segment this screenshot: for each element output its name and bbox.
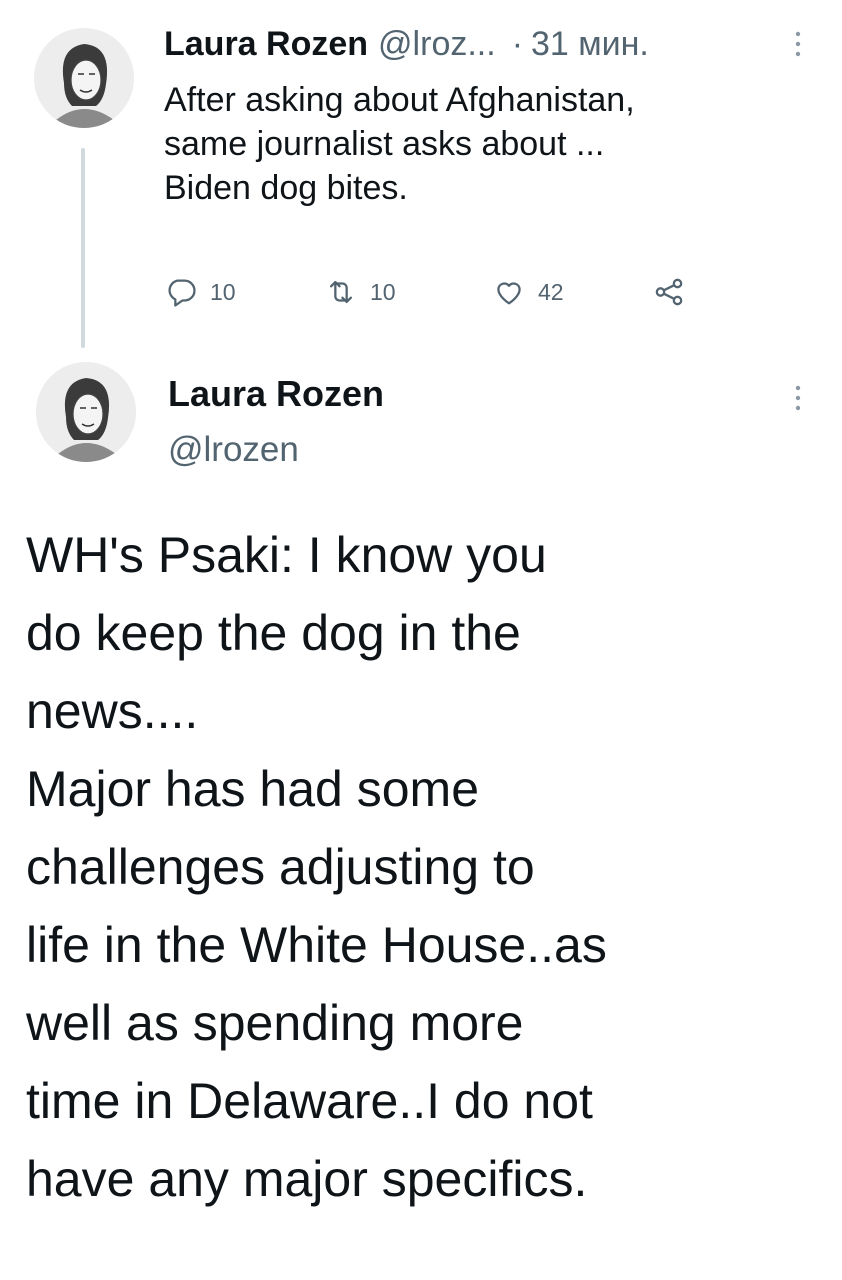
share-button[interactable] [652,275,686,309]
retweet-count: 10 [370,278,396,305]
like-button[interactable]: 42 [492,275,652,309]
author-handle[interactable]: @lrozen [168,428,299,472]
retweet-button[interactable]: 10 [324,275,492,309]
author-name[interactable]: Laura Rozen [168,372,384,416]
separator-dot: · [511,25,524,63]
like-count: 42 [538,278,564,305]
reply-icon [164,275,198,309]
thread-line [81,148,85,348]
retweet-icon [324,275,358,309]
share-icon [652,275,686,309]
avatar[interactable] [36,362,136,462]
avatar[interactable] [34,28,134,128]
tweet-text: After asking about Afghanistan, same jou… [164,81,635,207]
more-vertical-icon[interactable] [794,384,802,412]
tweet-text: WH's Psaki: I know you do keep the dog i… [26,527,607,1207]
reply-button[interactable]: 10 [164,275,324,309]
author-handle[interactable]: @lroz... [378,22,496,66]
more-vertical-icon[interactable] [794,30,802,58]
tweet-timestamp[interactable]: 31 мин. [531,22,649,66]
reply-count: 10 [210,278,236,305]
like-icon [492,275,526,309]
author-name[interactable]: Laura Rozen [164,22,368,66]
tweet-actions: 10 10 42 [164,272,686,312]
tweet-header: Laura Rozen @lroz... · 31 мин. [164,22,649,66]
